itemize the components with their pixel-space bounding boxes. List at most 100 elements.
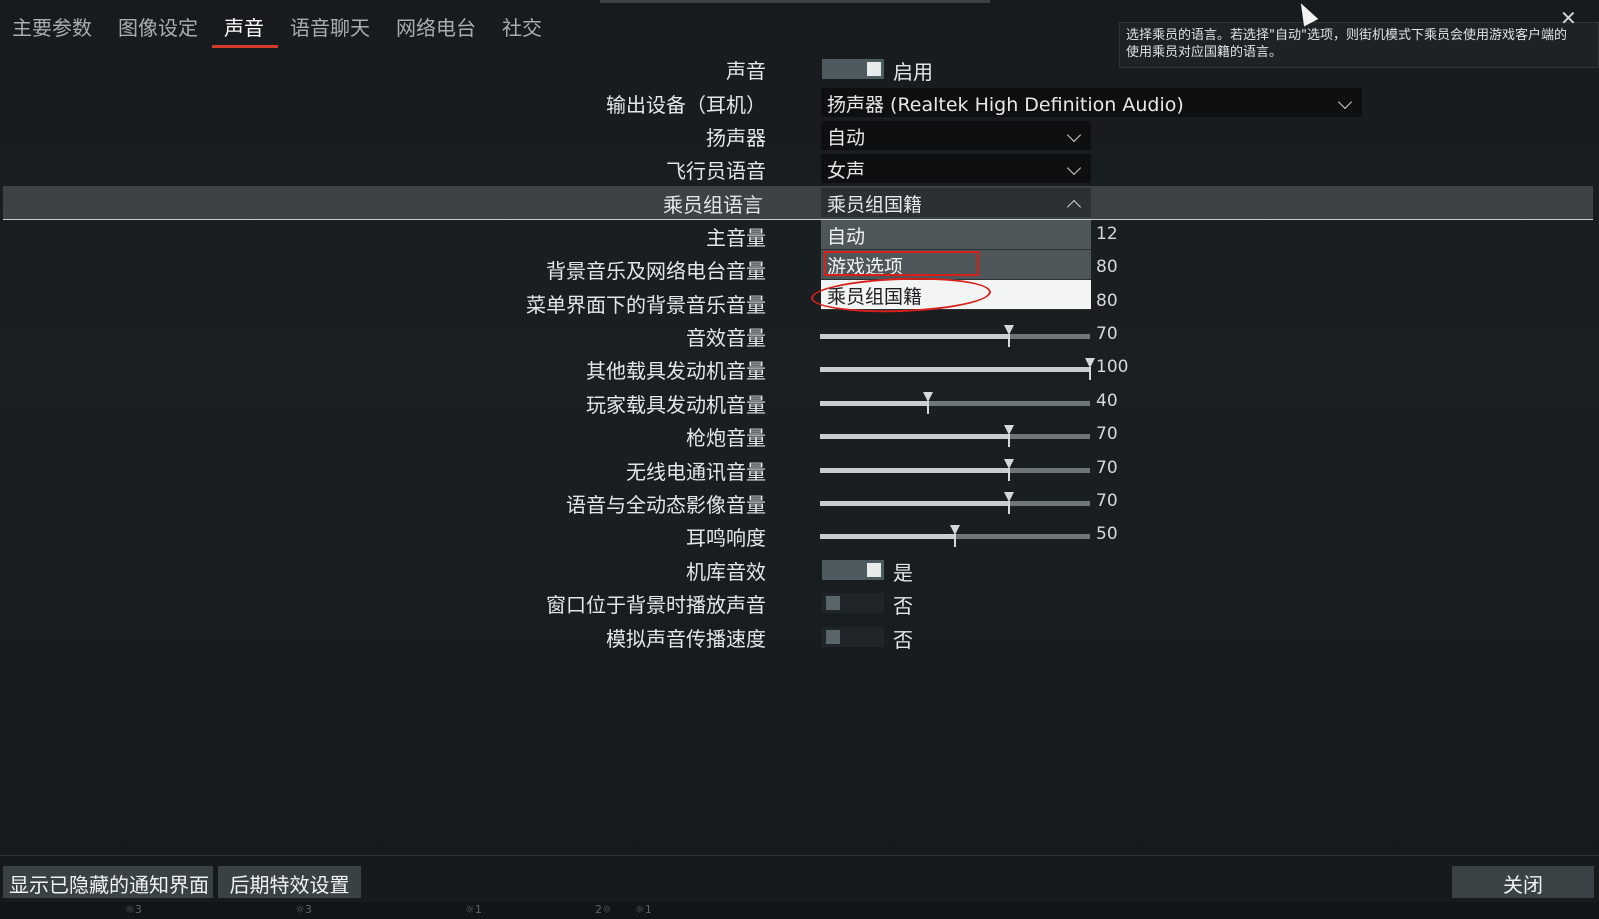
slider-fill <box>820 501 1009 506</box>
dropdown-option-game-option[interactable]: 游戏选项 <box>821 250 1091 280</box>
slider-fill <box>820 334 1009 339</box>
label-background-play: 窗口位于背景时播放声音 <box>546 593 766 617</box>
chevron-down-icon <box>1066 160 1082 176</box>
slider-fill <box>820 534 955 539</box>
row-background-play: 窗口位于背景时播放声音 否 <box>0 586 1599 619</box>
label-gun-volume: 枪炮音量 <box>686 426 766 450</box>
tab-bar: 主要参数 图像设定 声音 语音聊天 网络电台 社交 <box>0 0 556 48</box>
tab-graphics[interactable]: 图像设定 <box>106 0 212 48</box>
row-pilot-voice: 飞行员语音 女声 <box>0 152 1599 185</box>
toggle-knob <box>867 563 881 577</box>
slider-player-engine-volume[interactable] <box>820 392 1090 414</box>
slider-other-engine-volume[interactable] <box>820 358 1095 380</box>
slider-thumb[interactable] <box>1004 492 1014 514</box>
slider-thumb[interactable] <box>1085 358 1095 380</box>
top-strip <box>600 0 990 3</box>
close-icon[interactable]: ✕ <box>1560 6 1577 30</box>
row-music-radio-volume: 背景音乐及网络电台音量 80 <box>0 252 1599 285</box>
slider-voice-cinematic-volume[interactable] <box>820 492 1090 514</box>
row-master-volume: 主音量 12 <box>0 219 1599 252</box>
status-bar <box>0 902 1599 919</box>
value-other-engine-volume: 100 <box>1096 357 1129 377</box>
row-crew-language: 乘员组语言 乘员组国籍 <box>3 186 1593 220</box>
label-sound-speed: 模拟声音传播速度 <box>606 627 766 651</box>
chevron-up-icon <box>1066 199 1082 215</box>
row-gun-volume: 枪炮音量 70 <box>0 419 1599 452</box>
label-sfx-volume: 音效音量 <box>686 326 766 350</box>
value-master-volume: 12 <box>1096 224 1118 244</box>
slider-fill <box>820 468 1009 473</box>
tab-sound[interactable]: 声音 <box>212 0 278 48</box>
select-crew-language-value: 乘员组国籍 <box>827 194 923 216</box>
option-label: 自动 <box>827 226 866 248</box>
slider-thumb[interactable] <box>1004 459 1014 481</box>
row-radio-volume: 无线电通讯音量 70 <box>0 453 1599 486</box>
row-speakers: 扬声器 自动 <box>0 119 1599 152</box>
toggle-knob <box>826 596 840 610</box>
tooltip-line-1: 选择乘员的语言。若选择"自动"选项，则街机模式下乘员会使用游戏客户端的 <box>1126 28 1567 43</box>
row-sound-speed: 模拟声音传播速度 否 <box>0 620 1599 653</box>
dropdown-option-crew-nationality[interactable]: 乘员组国籍 <box>810 274 1091 316</box>
label-hangar-sfx: 机库音效 <box>686 560 766 584</box>
slider-thumb[interactable] <box>1004 325 1014 347</box>
slider-sfx-volume[interactable] <box>820 325 1090 347</box>
toggle-knob <box>867 62 881 76</box>
close-button[interactable]: 关闭 <box>1452 866 1594 898</box>
label-music-radio-volume: 背景音乐及网络电台音量 <box>546 259 766 283</box>
row-hangar-sfx: 机库音效 是 <box>0 553 1599 586</box>
toggle-sound-text: 启用 <box>893 60 933 84</box>
slider-fill <box>820 367 1090 372</box>
label-pilot-voice: 飞行员语音 <box>666 159 766 183</box>
label-master-volume: 主音量 <box>706 226 766 250</box>
status-item: ☼3 <box>125 903 142 916</box>
dropdown-option-auto[interactable]: 自动 <box>821 220 1091 250</box>
row-tinnitus: 耳鸣响度 50 <box>0 519 1599 552</box>
value-sfx-volume: 70 <box>1096 324 1118 344</box>
slider-tinnitus[interactable] <box>820 525 1090 547</box>
row-output-device: 输出设备（耳机） 扬声器 (Realtek High Definition Au… <box>0 86 1599 119</box>
post-fx-settings-button[interactable]: 后期特效设置 <box>218 866 361 898</box>
row-menu-music-volume: 菜单界面下的背景音乐音量 80 <box>0 286 1599 319</box>
chevron-down-icon <box>1066 127 1082 143</box>
tab-voice-chat[interactable]: 语音聊天 <box>278 0 384 48</box>
label-voice-cinematic-volume: 语音与全动态影像音量 <box>566 493 766 517</box>
row-sound: 声音 启用 <box>0 52 1599 85</box>
select-pilot-voice[interactable]: 女声 <box>821 154 1091 183</box>
value-gun-volume: 70 <box>1096 424 1118 444</box>
status-item: ☼3 <box>295 903 312 916</box>
row-sfx-volume: 音效音量 70 <box>0 319 1599 352</box>
select-crew-language[interactable]: 乘员组国籍 <box>821 188 1091 217</box>
select-output-device[interactable]: 扬声器 (Realtek High Definition Audio) <box>821 88 1362 117</box>
value-music-radio-volume: 80 <box>1096 257 1118 277</box>
tab-radio[interactable]: 网络电台 <box>384 0 490 48</box>
chevron-down-icon <box>1337 94 1353 110</box>
label-menu-music-volume: 菜单界面下的背景音乐音量 <box>526 293 766 317</box>
select-speakers[interactable]: 自动 <box>821 121 1091 150</box>
toggle-sound[interactable] <box>822 59 884 79</box>
toggle-background-play-text: 否 <box>893 594 913 618</box>
slider-gun-volume[interactable] <box>820 425 1090 447</box>
tab-main-params[interactable]: 主要参数 <box>0 0 106 48</box>
show-hidden-notifications-button[interactable]: 显示已隐藏的通知界面 <box>3 866 213 898</box>
slider-radio-volume[interactable] <box>820 459 1090 481</box>
slider-fill <box>820 434 1009 439</box>
label-output-device: 输出设备（耳机） <box>606 93 766 117</box>
status-item: ☼1 <box>465 903 482 916</box>
annotation-ellipse <box>810 274 992 316</box>
tab-social[interactable]: 社交 <box>490 0 556 48</box>
label-player-engine-volume: 玩家载具发动机音量 <box>586 393 766 417</box>
select-speakers-value: 自动 <box>827 127 866 149</box>
toggle-hangar-sfx[interactable] <box>822 560 884 580</box>
toggle-hangar-sfx-text: 是 <box>893 561 913 585</box>
slider-thumb[interactable] <box>923 392 933 414</box>
slider-thumb[interactable] <box>950 525 960 547</box>
row-other-engine-volume: 其他载具发动机音量 100 <box>0 352 1599 385</box>
slider-thumb[interactable] <box>1004 425 1014 447</box>
label-tinnitus: 耳鸣响度 <box>686 526 766 550</box>
toggle-sound-speed[interactable] <box>822 627 884 647</box>
label-other-engine-volume: 其他载具发动机音量 <box>586 359 766 383</box>
status-item: 2☼ <box>595 903 612 916</box>
value-player-engine-volume: 40 <box>1096 391 1118 411</box>
toggle-background-play[interactable] <box>822 593 884 613</box>
label-sound: 声音 <box>726 59 766 83</box>
